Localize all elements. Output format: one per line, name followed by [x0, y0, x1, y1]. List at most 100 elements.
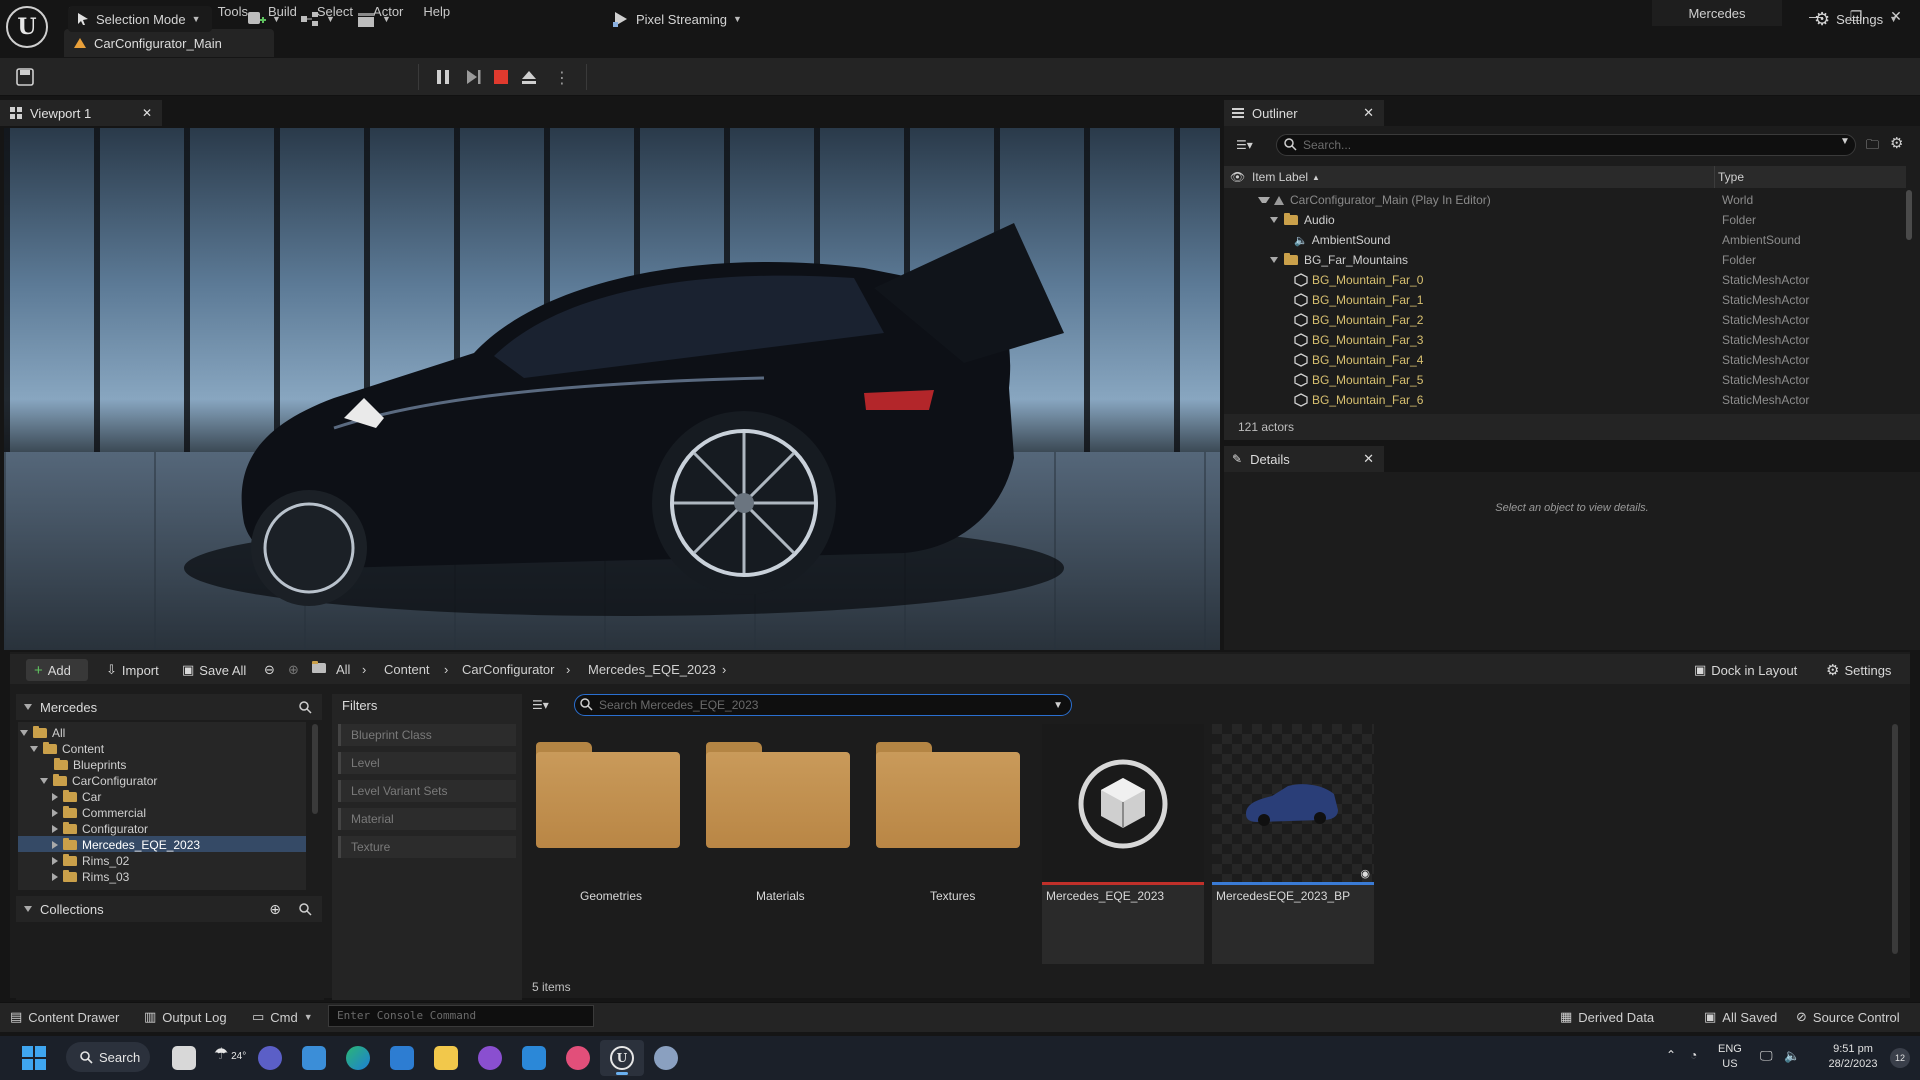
add-collection-icon[interactable]: ⊕	[269, 901, 281, 918]
filter-icon[interactable]: ☰▾	[1236, 138, 1253, 152]
add-button[interactable]: + Add	[26, 659, 88, 681]
outliner-row[interactable]: BG_Mountain_Far_1 StaticMeshActor	[1224, 290, 1906, 310]
chevron-down-icon[interactable]: ▼	[1840, 136, 1850, 147]
outliner-search-input[interactable]: Search...	[1276, 134, 1856, 156]
cb-settings-button[interactable]: ⚙ Settings	[1826, 659, 1891, 681]
gear-icon[interactable]: ⚙	[1890, 134, 1903, 152]
outliner-row[interactable]: 🔈 AmbientSound AmbientSound	[1224, 230, 1906, 250]
tree-item-rims-03[interactable]: Rims_03	[52, 869, 129, 885]
asset-filter-icon[interactable]: ☰▾	[532, 698, 549, 712]
breadcrumb-all[interactable]: All	[336, 662, 350, 677]
network-icon[interactable]: 🖵	[1760, 1048, 1773, 1063]
filter-material[interactable]: Material	[338, 808, 516, 830]
outliner-row[interactable]: BG_Mountain_Far_2 StaticMeshActor	[1224, 310, 1906, 330]
weather-widget[interactable]: ☂ 24°	[214, 1044, 246, 1064]
windows-start-icon[interactable]	[22, 1046, 46, 1070]
level-viewport[interactable]	[4, 128, 1220, 650]
import-button[interactable]: ⇩ Import	[106, 659, 159, 681]
cinematics-button[interactable]: ▼	[356, 6, 391, 32]
tree-item-carconfigurator[interactable]: CarConfigurator	[40, 773, 157, 789]
cmd-dropdown[interactable]: ▭ Cmd ▼	[252, 1008, 313, 1026]
outliner-row[interactable]: BG_Mountain_Far_4 StaticMeshActor	[1224, 350, 1906, 370]
close-icon[interactable]: ✕	[1363, 105, 1374, 121]
col-type[interactable]: Type	[1718, 170, 1744, 184]
save-all-button[interactable]: ▣ Save All	[182, 659, 246, 681]
level-tab[interactable]: CarConfigurator_Main	[64, 29, 274, 57]
file-explorer-icon[interactable]	[434, 1046, 458, 1070]
expand-arrow-icon[interactable]	[1270, 217, 1278, 223]
outliner-row[interactable]: BG_Far_Mountains Folder	[1224, 250, 1906, 270]
asset-scrollbar[interactable]	[1892, 724, 1898, 954]
pixel-streaming-dropdown[interactable]: Pixel Streaming ▼	[612, 6, 742, 32]
outliner-row[interactable]: BG_Mountain_Far_5 StaticMeshActor	[1224, 370, 1906, 390]
tree-item-mercedes-eqe-2023[interactable]: Mercedes_EQE_2023	[52, 837, 200, 853]
mail-icon[interactable]	[390, 1046, 414, 1070]
close-icon[interactable]: ✕	[142, 106, 152, 120]
asset-blueprint-mercedes-eqe-2023-bp[interactable]: ◉ MercedesEQE_2023_BP	[1212, 724, 1374, 964]
search-icon[interactable]	[299, 700, 312, 714]
close-icon[interactable]: ✕	[1363, 451, 1374, 467]
eye-icon[interactable]: 👁	[1230, 170, 1252, 184]
outliner-row[interactable]: Audio Folder	[1224, 210, 1906, 230]
asset-folder-textures[interactable]	[870, 720, 1020, 880]
save-icon[interactable]	[16, 68, 34, 86]
dock-in-layout-button[interactable]: ▣ Dock in Layout	[1694, 659, 1797, 681]
unreal-logo-icon[interactable]: U	[6, 6, 48, 48]
asset-search-input[interactable]: Search Mercedes_EQE_2023 ▼	[574, 694, 1072, 716]
tree-item-commercial[interactable]: Commercial	[52, 805, 146, 821]
tree-item-content[interactable]: Content	[30, 741, 104, 757]
taskbar-search-button[interactable]: Search	[66, 1042, 150, 1072]
selection-mode-dropdown[interactable]: Selection Mode ▼	[68, 6, 212, 32]
github-desktop-icon[interactable]	[478, 1046, 502, 1070]
menu-help[interactable]: Help	[413, 0, 460, 24]
language-indicator[interactable]: ENG US	[1718, 1042, 1742, 1072]
pause-button[interactable]	[434, 68, 452, 86]
content-drawer-button[interactable]: ▤ Content Drawer	[10, 1008, 119, 1026]
vscode-icon[interactable]	[522, 1046, 546, 1070]
tree-scrollbar[interactable]	[312, 724, 318, 814]
notification-badge[interactable]: 12	[1890, 1048, 1910, 1068]
toolbar-settings-dropdown[interactable]: ⚙ Settings ▼	[1814, 6, 1898, 32]
outliner-scrollbar[interactable]	[1906, 190, 1912, 240]
outliner-row[interactable]: BG_Mountain_Far_3 StaticMeshActor	[1224, 330, 1906, 350]
stop-button[interactable]	[492, 68, 510, 86]
tree-item-all[interactable]: All	[20, 725, 65, 741]
filter-blueprint-class[interactable]: Blueprint Class	[338, 724, 516, 746]
tray-overflow-icon[interactable]: ⌃	[1666, 1048, 1676, 1063]
tree-item-configurator[interactable]: Configurator	[52, 821, 148, 837]
more-options-icon[interactable]: ⋮	[554, 68, 570, 88]
expand-arrow-icon[interactable]	[1258, 197, 1270, 203]
media-player-icon[interactable]	[566, 1046, 590, 1070]
asset-folder-materials[interactable]	[700, 720, 850, 880]
history-forward-button[interactable]: ⊕	[288, 659, 299, 681]
search-icon[interactable]	[299, 902, 312, 916]
outliner-row[interactable]: BG_Mountain_Far_0 StaticMeshActor	[1224, 270, 1906, 290]
breadcrumb-mercedes-eqe[interactable]: Mercedes_EQE_2023	[588, 662, 716, 677]
expand-arrow-icon[interactable]	[1270, 257, 1278, 263]
step-frame-button[interactable]	[464, 68, 482, 86]
clock[interactable]: 9:51 pm 28/2/2023	[1818, 1042, 1888, 1072]
derived-data-button[interactable]: ▦ Derived Data	[1560, 1008, 1654, 1026]
breadcrumb-chevron-icon[interactable]: ›	[722, 662, 726, 677]
console-command-input[interactable]: Enter Console Command	[328, 1005, 594, 1027]
filter-level-variant-sets[interactable]: Level Variant Sets	[338, 780, 516, 802]
eject-button[interactable]	[520, 68, 538, 86]
asset-level-mercedes-eqe-2023[interactable]: Mercedes_EQE_2023	[1042, 724, 1204, 964]
breadcrumb-carconfigurator[interactable]: CarConfigurator	[462, 662, 555, 677]
filter-level[interactable]: Level	[338, 752, 516, 774]
taskbar-active-app[interactable]: U	[600, 1040, 644, 1076]
source-control-button[interactable]: ⊘ Source Control	[1796, 1008, 1900, 1026]
chevron-down-icon[interactable]: ▼	[1053, 700, 1063, 711]
add-actor-button[interactable]: ▼	[246, 6, 281, 32]
edge-browser-icon[interactable]	[346, 1046, 370, 1070]
output-log-button[interactable]: ▥ Output Log	[144, 1008, 227, 1026]
tree-item-car[interactable]: Car	[52, 789, 101, 805]
viewport-tab[interactable]: Viewport 1 ✕	[0, 100, 162, 126]
outliner-row[interactable]: CarConfigurator_Main (Play In Editor) Wo…	[1224, 190, 1906, 210]
outliner-tab[interactable]: Outliner ✕	[1224, 100, 1384, 126]
volume-icon[interactable]: 🔈	[1784, 1048, 1800, 1063]
settings-app-icon[interactable]	[654, 1046, 678, 1070]
store-icon[interactable]	[302, 1046, 326, 1070]
collections-header[interactable]: Collections ⊕	[16, 896, 322, 922]
teams-chat-icon[interactable]	[258, 1046, 282, 1070]
